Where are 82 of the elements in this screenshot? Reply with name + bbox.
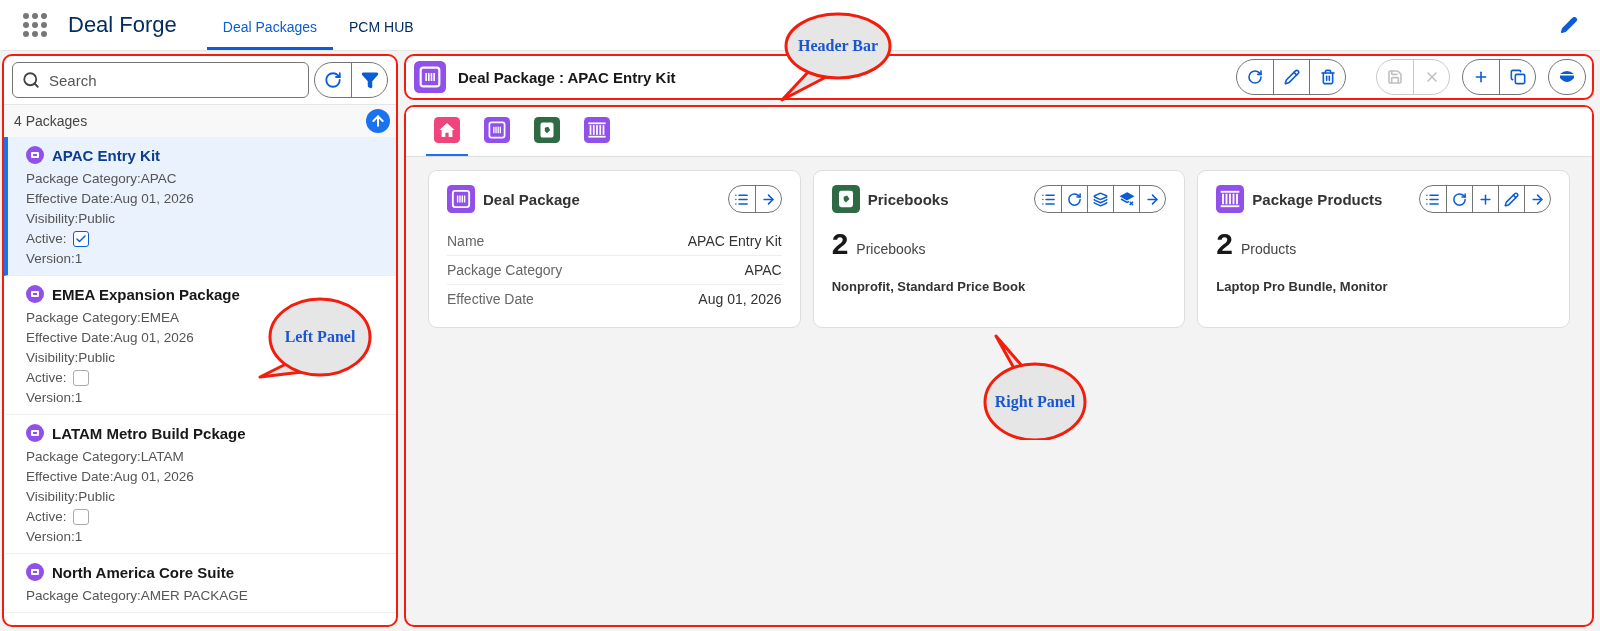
edit-icon (1283, 69, 1300, 85)
pricebook-tab-icon (534, 117, 560, 143)
scroll-up-button[interactable] (366, 109, 390, 133)
field-label: Package Category (447, 262, 563, 278)
app-title: Deal Forge (68, 12, 177, 38)
package-list-item[interactable]: APAC Entry Kit Package Category:APAC Effective Date:Aug 01, 2026 Visibility:Public Active: Version:1 (4, 137, 396, 276)
list-icon (734, 191, 750, 207)
field-label: Active: (26, 369, 67, 386)
field-value: APAC (744, 262, 782, 278)
package-name: LATAM Metro Build Pckage (52, 424, 246, 442)
package-detail: Effective Date:Aug 01, 2026 (26, 468, 194, 485)
package-detail: Version:1 (26, 528, 83, 545)
callout-label: Header Bar (797, 37, 879, 55)
count-unit: Pricebooks (856, 241, 926, 257)
package-icon (26, 285, 44, 303)
package-count: 4 Packages (14, 113, 88, 129)
package-detail: Visibility:Public (26, 488, 116, 505)
refresh-icon (1247, 69, 1263, 85)
arrow-right-icon (760, 191, 776, 207)
package-icon (26, 424, 44, 442)
package-detail: Effective Date:Aug 01, 2026 (26, 329, 194, 346)
arrow-right-icon (1145, 191, 1161, 207)
field-value: Aug 01, 2026 (698, 291, 782, 307)
icon-tab[interactable] (426, 115, 468, 156)
package-detail: Package Category:AMER PACKAGE (26, 587, 248, 604)
pricebook-icon (831, 185, 860, 213)
list-icon (1040, 191, 1056, 207)
search-icon (22, 71, 40, 89)
package-detail: Visibility:Public (26, 349, 116, 366)
callout-label: Left Panel (284, 328, 356, 346)
package-name: APAC Entry Kit (52, 146, 161, 164)
edit-icon (1504, 191, 1519, 207)
package-detail: Version:1 (26, 389, 83, 406)
package-name: EMEA Expansion Package (52, 285, 240, 303)
record-count: 2 (1216, 227, 1233, 261)
nav-tab[interactable]: PCM HUB (333, 4, 430, 50)
edit-icon[interactable] (1560, 16, 1578, 34)
filter-icon (360, 71, 379, 89)
copy-icon (1509, 69, 1526, 85)
field-label: Name (447, 233, 485, 249)
package-detail: Package Category:LATAM (26, 448, 184, 465)
count-unit: Products (1241, 241, 1297, 257)
record-summary: Nonprofit, Standard Price Book (831, 279, 1026, 294)
add-icon (1473, 69, 1489, 85)
package-detail: Visibility:Public (26, 210, 116, 227)
layers-remove-icon (1118, 191, 1135, 207)
package-tab-icon (484, 117, 510, 143)
list-icon (1425, 191, 1441, 207)
card-title: Package Products (1252, 190, 1383, 208)
arrow-right-icon (1530, 191, 1545, 207)
package-name: North America Core Suite (52, 563, 234, 581)
add-icon (1478, 191, 1493, 207)
record-title: Deal Package : APAC Entry Kit (458, 68, 676, 86)
products-tab-icon (584, 117, 610, 143)
refresh-icon (1452, 191, 1467, 207)
field-label: Active: (26, 230, 67, 247)
package-detail: Effective Date:Aug 01, 2026 (26, 190, 194, 207)
card-title: Deal Package (483, 190, 580, 208)
card-title: Pricebooks (867, 190, 949, 208)
refresh-icon (1067, 191, 1083, 207)
package-detail: Package Category:EMEA (26, 309, 180, 326)
products-icon (1216, 185, 1245, 213)
record-count: 2 (831, 227, 849, 261)
package-icon (414, 61, 446, 93)
app-launcher-icon[interactable] (22, 12, 48, 38)
field-value: APAC Entry Kit (687, 233, 782, 249)
package-icon (447, 185, 475, 213)
callout-label: Right Panel (994, 393, 1076, 411)
dome-icon (1559, 69, 1575, 85)
package-detail: Version:1 (26, 250, 83, 267)
refresh-icon (324, 71, 342, 89)
search-field[interactable]: Search (12, 62, 309, 98)
record-summary: Laptop Pro Bundle, Monitor (1216, 279, 1388, 294)
package-icon (26, 563, 44, 581)
package-detail: Package Category:APAC (26, 170, 177, 187)
field-label: Active: (26, 508, 67, 525)
field-label: Effective Date (447, 291, 534, 307)
home-tab-icon (434, 117, 460, 143)
save-icon (1387, 69, 1403, 85)
package-icon (26, 146, 44, 164)
layers-icon (1093, 191, 1109, 207)
trash-icon (1319, 69, 1336, 85)
